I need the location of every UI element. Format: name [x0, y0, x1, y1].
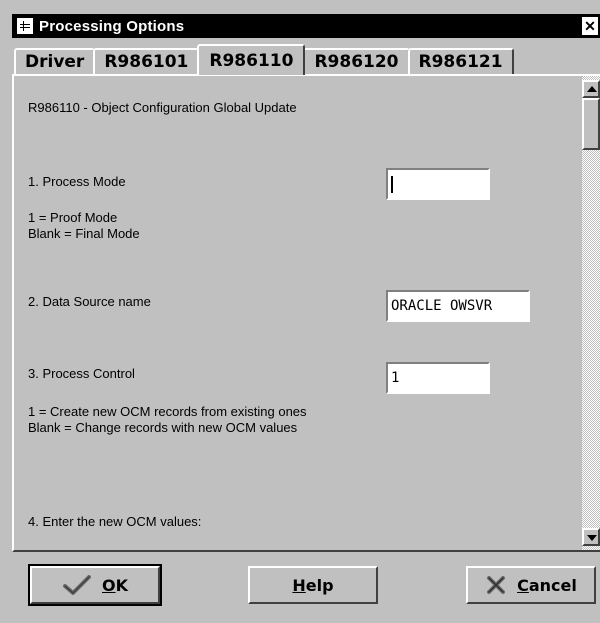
scroll-down-button[interactable] [582, 528, 600, 546]
window-icon [17, 18, 33, 34]
process-mode-help-2: Blank = Final Mode [28, 226, 140, 241]
window-title: Processing Options [39, 17, 185, 35]
data-source-label: 2. Data Source name [28, 294, 151, 309]
scroll-thumb[interactable] [582, 98, 600, 150]
tab-driver[interactable]: Driver [14, 48, 96, 74]
ok-button[interactable]: OK [28, 564, 162, 606]
data-source-input[interactable]: ORACLE OWSVR [386, 290, 530, 322]
help-label: Help [292, 575, 334, 595]
options-form: R986110 - Object Configuration Global Up… [14, 76, 580, 550]
cancel-button[interactable]: Cancel [466, 566, 596, 604]
ok-label: OK [101, 575, 128, 595]
arrow-up-icon [587, 86, 597, 92]
help-button[interactable]: Help [248, 566, 378, 604]
tab-strip: Driver R986101 R986110 R986120 R986121 [14, 44, 514, 75]
process-control-help-2: Blank = Change records with new OCM valu… [28, 420, 298, 435]
tab-r986101[interactable]: R986101 [93, 48, 200, 74]
processing-options-dialog: Processing Options ✕ Driver R986101 R986… [0, 0, 600, 623]
vertical-scrollbar[interactable] [582, 76, 600, 550]
process-control-help-1: 1 = Create new OCM records from existing… [28, 404, 307, 419]
process-control-label: 3. Process Control [28, 366, 135, 381]
tab-panel: R986110 - Object Configuration Global Up… [12, 74, 600, 552]
ocm-values-label: 4. Enter the new OCM values: [28, 514, 202, 529]
tab-r986120[interactable]: R986120 [303, 48, 410, 74]
title-bar: Processing Options ✕ [12, 14, 600, 38]
cancel-label: Cancel [517, 575, 577, 595]
scroll-up-button[interactable] [582, 80, 600, 98]
checkmark-icon [62, 575, 91, 595]
process-mode-help-1: 1 = Proof Mode [28, 210, 118, 225]
tab-r986110[interactable]: R986110 [197, 44, 306, 75]
tab-r986121[interactable]: R986121 [407, 48, 514, 74]
process-control-input[interactable]: 1 [386, 362, 490, 394]
arrow-down-icon [587, 535, 597, 541]
text-caret [391, 176, 393, 193]
close-button[interactable]: ✕ [582, 17, 598, 35]
process-mode-label: 1. Process Mode [28, 174, 126, 189]
process-mode-input[interactable] [386, 168, 490, 200]
x-icon [487, 576, 506, 594]
form-heading: R986110 - Object Configuration Global Up… [28, 100, 297, 115]
